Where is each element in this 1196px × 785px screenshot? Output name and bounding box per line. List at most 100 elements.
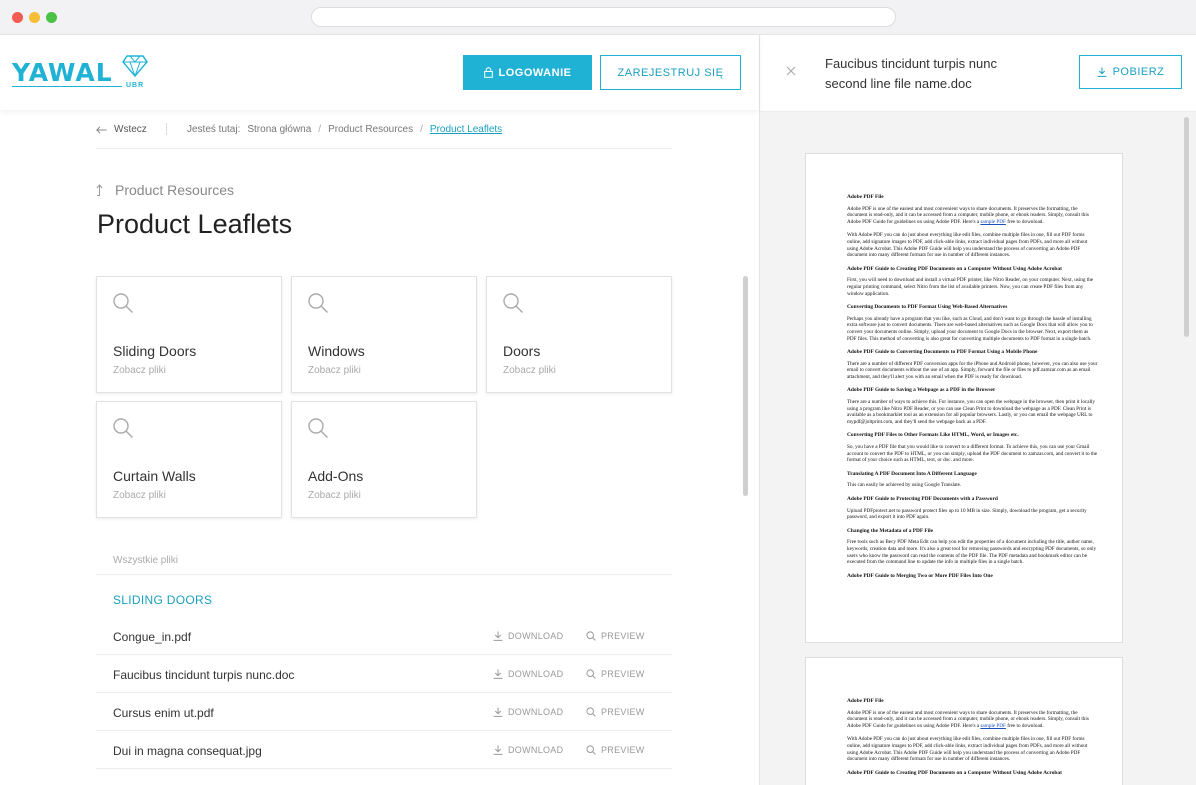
- download-label: DOWNLOAD: [508, 745, 564, 755]
- file-name[interactable]: Cursus enim ut.pdf: [113, 706, 214, 720]
- pdf-heading: Converting PDF Files to Other Formats Li…: [847, 432, 1019, 439]
- search-icon: [113, 293, 133, 313]
- download-label: DOWNLOAD: [508, 707, 564, 717]
- file-row: Faucibus tincidunt turpis nunc.doc DOWNL…: [96, 655, 672, 693]
- logo-text: YAWAL: [12, 58, 113, 87]
- category-card-doors[interactable]: Doors Zobacz pliki: [486, 276, 672, 393]
- preview-button[interactable]: PREVIEW: [586, 631, 645, 641]
- category-subtitle: Zobacz pliki: [113, 490, 166, 501]
- file-name[interactable]: Dui in magna consequat.jpg: [113, 744, 262, 758]
- preview-header: Faucibus tincidunt turpis nunc second li…: [760, 35, 1196, 112]
- breadcrumb-trail: Jesteś tutaj: Strona główna / Product Re…: [187, 124, 502, 135]
- preview-button[interactable]: PREVIEW: [586, 745, 645, 755]
- pdf-heading: Adobe PDF Guide to Merging Two or More P…: [847, 572, 993, 579]
- search-icon: [586, 669, 596, 679]
- logo-underline: [12, 86, 122, 87]
- pdf-paragraph: Perhaps you already have a program that …: [847, 315, 1093, 342]
- breadcrumb-product-resources[interactable]: Product Resources: [328, 124, 413, 135]
- category-subtitle: Zobacz pliki: [113, 365, 166, 376]
- file-row: Congue_in.pdf DOWNLOAD PREVIEW: [96, 617, 672, 655]
- search-icon: [308, 418, 328, 438]
- category-subtitle: Zobacz pliki: [308, 490, 361, 501]
- parent-category-link[interactable]: Product Resources: [96, 182, 234, 198]
- logo-subtext: UBR: [126, 82, 145, 89]
- diamond-icon: [122, 55, 148, 77]
- pdf-paragraph: With Adobe PDF you can do just about eve…: [847, 736, 1088, 763]
- pdf-heading: Adobe PDF Guide to Converting Documents …: [847, 349, 1038, 356]
- search-icon: [586, 707, 596, 717]
- pdf-paragraph: There are a number of different PDF conv…: [847, 360, 1098, 380]
- login-button[interactable]: LOGOWANIE: [463, 55, 592, 90]
- sample-pdf-link[interactable]: sample PDF: [980, 219, 1006, 225]
- back-label: Wstecz: [114, 124, 147, 135]
- category-title: Curtain Walls: [113, 468, 196, 484]
- site-header: YAWAL UBR LOGOWANIE ZAREJESTRUJ SIĘ: [0, 35, 759, 110]
- window-close-dot[interactable]: [12, 12, 23, 23]
- pdf-paragraph: So, you have a PDF file that you would l…: [847, 444, 1098, 464]
- pdf-heading: Adobe PDF Guide to Protecting PDF Docume…: [847, 496, 998, 502]
- close-icon[interactable]: [786, 66, 796, 76]
- breadcrumb-divider: [166, 123, 167, 135]
- pdf-heading: Changing the Metadata of a PDF File: [847, 527, 934, 534]
- download-button[interactable]: DOWNLOAD: [493, 745, 563, 755]
- left-scrollbar-thumb[interactable]: [743, 276, 748, 496]
- search-icon: [503, 293, 523, 313]
- file-row: Cursus enim ut.pdf DOWNLOAD PREVIEW: [96, 693, 672, 731]
- download-button[interactable]: DOWNLOAD: [493, 631, 563, 641]
- pobierz-button[interactable]: POBIERZ: [1079, 55, 1182, 89]
- category-subtitle: Zobacz pliki: [503, 365, 556, 376]
- download-button[interactable]: DOWNLOAD: [493, 707, 563, 717]
- category-title: Sliding Doors: [113, 343, 197, 359]
- category-subtitle: Zobacz pliki: [308, 365, 361, 376]
- level-up-icon: [96, 184, 103, 196]
- yawal-logo[interactable]: YAWAL UBR: [12, 55, 152, 91]
- sample-pdf-link[interactable]: sample PDF: [980, 723, 1006, 729]
- category-card-add-ons[interactable]: Add-Ons Zobacz pliki: [291, 401, 477, 518]
- browser-chrome: [0, 0, 1196, 35]
- file-name[interactable]: Faucibus tincidunt turpis nunc.doc: [113, 668, 294, 682]
- address-bar[interactable]: [311, 7, 896, 27]
- window-maximize-dot[interactable]: [46, 12, 57, 23]
- pdf-page-2: Adobe PDF File Adobe PDF is one of the e…: [805, 657, 1123, 785]
- main-content: Wstecz Jesteś tutaj: Strona główna / Pro…: [0, 110, 759, 785]
- register-button[interactable]: ZAREJESTRUJ SIĘ: [600, 55, 741, 90]
- arrow-left-icon: [96, 125, 107, 134]
- download-icon: [1097, 67, 1106, 77]
- pdf-heading: Adobe PDF Guide to Creating PDF Document…: [847, 769, 1062, 776]
- category-card-sliding-doors[interactable]: Sliding Doors Zobacz pliki: [96, 276, 282, 393]
- download-label: DOWNLOAD: [508, 669, 564, 679]
- window-minimize-dot[interactable]: [29, 12, 40, 23]
- section-title: SLIDING DOORS: [113, 593, 213, 607]
- preview-button[interactable]: PREVIEW: [586, 707, 645, 717]
- pdf-heading: Converting Documents to PDF Format Using…: [847, 304, 1008, 311]
- breadcrumb-intro: Jesteś tutaj:: [187, 124, 241, 135]
- preview-label: PREVIEW: [601, 631, 645, 641]
- pdf-paragraph: Adobe PDF is one of the easiest and most…: [847, 205, 1089, 225]
- preview-label: PREVIEW: [601, 745, 645, 755]
- file-name[interactable]: Congue_in.pdf: [113, 630, 191, 644]
- document-name-line-2: second line file name.doc: [825, 76, 972, 91]
- document-name-line-1: Faucibus tincidunt turpis nunc: [825, 56, 997, 71]
- download-icon: [493, 745, 503, 755]
- category-title: Doors: [503, 343, 541, 359]
- pdf-page-1: Adobe PDF File Adobe PDF is one of the e…: [805, 153, 1123, 643]
- lock-icon: [483, 67, 493, 78]
- category-title: Windows: [308, 343, 365, 359]
- category-card-windows[interactable]: Windows Zobacz pliki: [291, 276, 477, 393]
- download-button[interactable]: DOWNLOAD: [493, 669, 563, 679]
- search-icon: [308, 293, 328, 313]
- back-link[interactable]: Wstecz: [96, 124, 147, 135]
- pdf-paragraph: Upload PDFprotect.net to password protec…: [847, 507, 1087, 521]
- pdf-heading: Adobe PDF File: [847, 194, 884, 200]
- right-scrollbar-thumb[interactable]: [1184, 117, 1189, 337]
- category-card-curtain-walls[interactable]: Curtain Walls Zobacz pliki: [96, 401, 282, 518]
- download-icon: [493, 669, 503, 679]
- breadcrumb-separator: /: [420, 124, 423, 135]
- all-files-label: Wszystkie pliki: [96, 547, 672, 575]
- breadcrumb-current[interactable]: Product Leaflets: [430, 124, 502, 135]
- pobierz-label: POBIERZ: [1112, 66, 1165, 78]
- preview-button[interactable]: PREVIEW: [586, 669, 645, 679]
- breadcrumb-separator: /: [318, 124, 322, 135]
- pdf-paragraph: With Adobe PDF you can do just about eve…: [847, 232, 1088, 259]
- breadcrumb-home[interactable]: Strona główna: [247, 124, 311, 135]
